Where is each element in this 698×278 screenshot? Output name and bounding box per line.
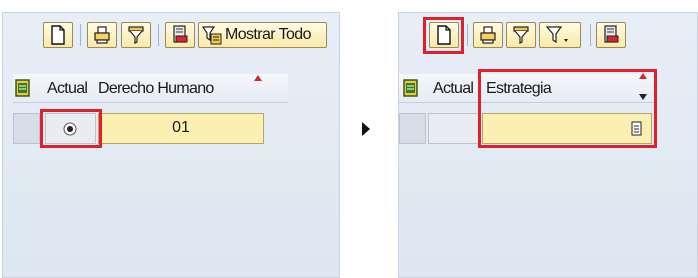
right-new-button[interactable] xyxy=(429,22,459,48)
derecho-humano-value: 01 xyxy=(172,119,190,136)
right-table-panel xyxy=(398,12,698,278)
estrategia-input[interactable] xyxy=(482,113,652,144)
right-print-button[interactable] xyxy=(473,22,503,48)
show-all-label: Mostrar Todo xyxy=(225,26,311,43)
row-selector[interactable] xyxy=(13,113,40,144)
actual-radio-cell[interactable] xyxy=(45,113,96,144)
scroll-up-icon[interactable] xyxy=(639,73,647,79)
export-icon xyxy=(173,25,188,43)
print-icon xyxy=(94,26,110,44)
right-actual-cell[interactable] xyxy=(428,113,480,144)
derecho-humano-cell[interactable]: 01 xyxy=(98,113,264,144)
right-filter-button[interactable] xyxy=(506,22,536,48)
left-column-select-button[interactable] xyxy=(15,79,31,102)
print-button[interactable] xyxy=(87,22,117,48)
right-column-select-button[interactable] xyxy=(403,79,419,102)
new-document-icon xyxy=(51,25,65,45)
print-icon xyxy=(480,26,496,44)
column-header-derecho-humano[interactable]: Derecho Humano xyxy=(98,80,214,98)
right-export-button[interactable] xyxy=(596,22,626,48)
radio-icon[interactable] xyxy=(63,122,77,136)
scroll-down-icon[interactable] xyxy=(639,94,647,100)
show-all-icon xyxy=(202,26,222,45)
export-icon xyxy=(604,25,619,43)
left-table-panel xyxy=(2,12,340,278)
export-button[interactable] xyxy=(165,22,195,48)
column-header-estrategia[interactable]: Estrategia xyxy=(486,80,552,98)
right-row-selector[interactable] xyxy=(399,113,426,144)
filter-icon xyxy=(128,26,144,44)
column-select-icon xyxy=(15,79,30,97)
right-column-header-actual[interactable]: Actual xyxy=(433,80,474,98)
filter-icon xyxy=(513,26,529,44)
column-header-actual[interactable]: Actual xyxy=(47,80,88,98)
value-help-icon[interactable] xyxy=(631,121,643,137)
arrow-right-icon xyxy=(362,122,370,136)
filter-dropdown-icon xyxy=(546,26,568,44)
new-document-icon xyxy=(437,25,451,45)
sort-ascending-icon xyxy=(254,75,262,81)
right-filter-dropdown-button[interactable] xyxy=(539,22,581,48)
filter-button[interactable] xyxy=(121,22,151,48)
show-all-button[interactable]: Mostrar Todo xyxy=(198,22,327,48)
new-button[interactable] xyxy=(43,22,73,48)
column-select-icon xyxy=(403,79,418,97)
